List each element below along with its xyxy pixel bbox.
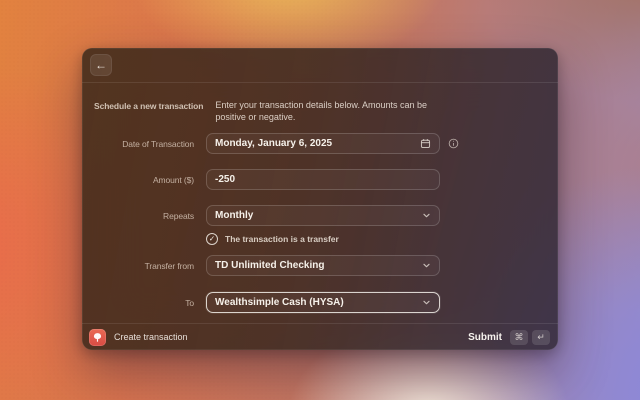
form-description-line1: Enter your transaction details below. Am… — [215, 99, 449, 111]
check-icon: ✓ — [209, 235, 215, 243]
command-key-icon: ⌘ — [510, 330, 528, 345]
transfer-from-value: TD Unlimited Checking — [215, 260, 422, 271]
date-input[interactable] — [215, 138, 420, 149]
submit-button[interactable]: Submit — [468, 332, 502, 343]
form-description-line2: positive or negative. — [215, 111, 449, 123]
repeats-select[interactable]: Monthly — [206, 205, 440, 226]
transfer-checkbox-row: ✓ The transaction is a transfer — [94, 232, 542, 246]
transaction-modal: ← Schedule a new transaction Enter your … — [82, 48, 558, 350]
form-description: Enter your transaction details below. Am… — [215, 99, 449, 123]
amount-row: Amount ($) — [94, 169, 542, 190]
chevron-down-icon — [422, 298, 431, 307]
amount-field — [206, 169, 440, 190]
chevron-down-icon — [422, 261, 431, 270]
tree-logo-icon — [89, 329, 106, 346]
transfer-from-label: Transfer from — [94, 261, 194, 271]
repeats-value: Monthly — [215, 210, 422, 221]
repeats-label: Repeats — [94, 211, 194, 221]
back-button[interactable]: ← — [90, 54, 112, 76]
modal-header: ← — [82, 48, 558, 83]
date-row: Date of Transaction — [94, 133, 542, 154]
form-title: Schedule a new transaction — [94, 99, 203, 111]
return-key-icon: ↵ — [532, 330, 550, 345]
footer-app-label: Create transaction — [114, 332, 460, 342]
amount-label: Amount ($) — [94, 175, 194, 185]
arrow-left-icon: ← — [95, 59, 107, 71]
transfer-checkbox-label[interactable]: The transaction is a transfer — [225, 234, 339, 244]
transfer-to-row: To Wealthsimple Cash (HYSA) — [94, 292, 542, 313]
modal-footer: Create transaction Submit ⌘ ↵ — [82, 323, 558, 350]
repeats-row: Repeats Monthly — [94, 205, 542, 226]
date-field — [206, 133, 440, 154]
transfer-to-label: To — [94, 298, 194, 308]
date-label: Date of Transaction — [94, 139, 194, 149]
info-icon[interactable] — [448, 138, 459, 149]
calendar-icon[interactable] — [420, 138, 431, 149]
transfer-to-select[interactable]: Wealthsimple Cash (HYSA) — [206, 292, 440, 313]
transaction-form: Schedule a new transaction Enter your tr… — [82, 83, 558, 323]
transfer-checkbox[interactable]: ✓ — [206, 233, 218, 245]
form-intro-row: Schedule a new transaction Enter your tr… — [94, 99, 542, 123]
transfer-to-value: Wealthsimple Cash (HYSA) — [215, 297, 422, 308]
transfer-checkbox-group[interactable]: ✓ The transaction is a transfer — [206, 233, 339, 245]
amount-input[interactable] — [215, 174, 431, 185]
chevron-down-icon — [422, 211, 431, 220]
transfer-from-row: Transfer from TD Unlimited Checking — [94, 255, 542, 276]
transfer-from-select[interactable]: TD Unlimited Checking — [206, 255, 440, 276]
